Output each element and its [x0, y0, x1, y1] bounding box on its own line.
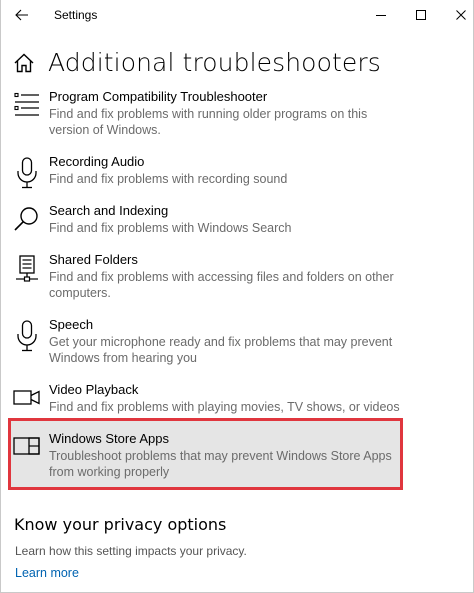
- learn-more-link[interactable]: Learn more: [15, 566, 79, 580]
- troubleshooter-video-playback[interactable]: Video Playback Find and fix problems wit…: [1, 382, 474, 422]
- troubleshooter-recording-audio[interactable]: Recording Audio Find and fix problems wi…: [1, 154, 474, 194]
- settings-window: Settings Additional troubleshooters Prog…: [0, 0, 474, 593]
- privacy-description: Learn how this setting impacts your priv…: [15, 544, 247, 558]
- troubleshooter-windows-store-apps[interactable]: Windows Store Apps Troubleshoot problems…: [1, 431, 474, 479]
- home-icon[interactable]: [13, 52, 35, 74]
- troubleshooter-name: Speech: [49, 317, 94, 332]
- store-apps-icon: [13, 437, 40, 455]
- troubleshooter-name: Video Playback: [49, 382, 139, 397]
- troubleshooter-description: Find and fix problems with running older…: [49, 107, 368, 137]
- window-title: Settings: [54, 8, 98, 22]
- troubleshooter-search-indexing[interactable]: Search and Indexing Find and fix problem…: [1, 203, 474, 243]
- troubleshooter-description: Troubleshoot problems that may prevent W…: [49, 449, 392, 479]
- troubleshooter-description: Find and fix problems with accessing fil…: [49, 270, 394, 300]
- list-checklist-icon: [14, 92, 39, 116]
- privacy-heading: Know your privacy options: [14, 515, 227, 534]
- microphone-icon: [17, 320, 37, 352]
- close-button[interactable]: [438, 0, 474, 30]
- troubleshooter-description: Find and fix problems with Windows Searc…: [49, 221, 292, 235]
- microphone-icon: [17, 157, 37, 189]
- video-camera-icon: [13, 390, 40, 405]
- arrow-left-icon: [15, 9, 28, 21]
- minimize-icon: [376, 15, 386, 16]
- troubleshooter-description: Find and fix problems with recording sou…: [49, 172, 288, 186]
- maximize-icon: [416, 10, 426, 20]
- troubleshooter-description: Get your microphone ready and fix proble…: [49, 335, 393, 365]
- troubleshooter-speech[interactable]: Speech Get your microphone ready and fix…: [1, 317, 474, 365]
- title-bar: Settings: [1, 0, 473, 30]
- troubleshooter-name: Search and Indexing: [49, 203, 169, 218]
- page-header: Additional troubleshooters: [13, 44, 381, 80]
- close-icon: [456, 10, 466, 20]
- troubleshooter-shared-folders[interactable]: Shared Folders Find and fix problems wit…: [1, 252, 474, 300]
- troubleshooter-program-compatibility[interactable]: Program Compatibility Troubleshooter Fin…: [1, 89, 474, 137]
- troubleshooter-name: Recording Audio: [49, 154, 145, 169]
- search-icon: [14, 207, 38, 231]
- troubleshooter-name: Shared Folders: [49, 252, 138, 267]
- troubleshooter-name: Windows Store Apps: [49, 431, 169, 446]
- network-folder-icon: [16, 255, 38, 282]
- back-button[interactable]: [9, 3, 35, 27]
- troubleshooter-name: Program Compatibility Troubleshooter: [49, 89, 268, 104]
- troubleshooter-description: Find and fix problems with playing movie…: [49, 400, 400, 414]
- page-title: Additional troubleshooters: [48, 47, 381, 77]
